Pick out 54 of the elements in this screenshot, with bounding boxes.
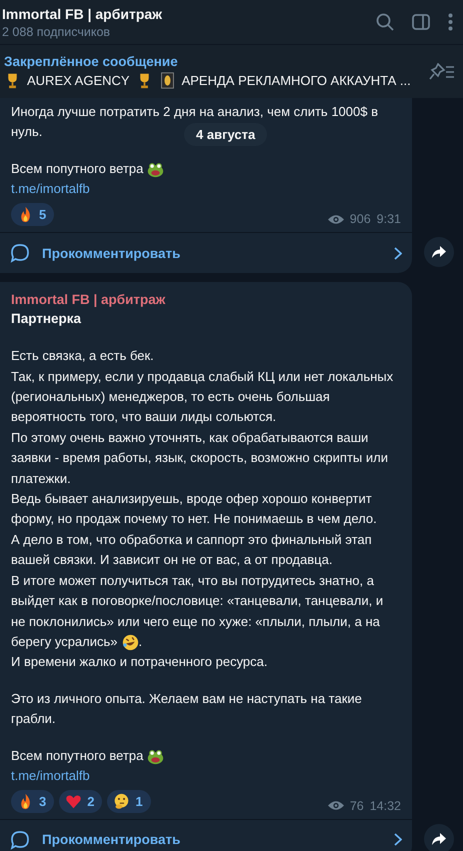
date-chip: 4 августа: [184, 123, 268, 146]
share-arrow-icon: [431, 245, 447, 260]
channel-link[interactable]: t.me/imortalfb: [11, 179, 90, 200]
pinned-text: AUREX AGENCY: [27, 73, 130, 88]
frog-icon: [147, 160, 164, 178]
speech-bubble-icon: [10, 243, 30, 264]
heart-icon: [65, 792, 82, 810]
thinking-face-icon: [113, 792, 130, 810]
message-text: .: [138, 634, 142, 649]
message-text: Всем попутного ветра: [11, 748, 144, 763]
frog-icon: [147, 748, 164, 765]
speech-bubble-icon: [10, 830, 30, 850]
message-text: Есть связка, а есть бек.: [11, 348, 154, 364]
sidebar-icon[interactable]: [412, 14, 430, 30]
view-count: 76: [350, 798, 364, 813]
message-title: Партнерка: [11, 311, 82, 326]
message-text: А дело в том, что обработка и саппорт это финальный этап вашей связки. И зависит он не от вас, а от продавца.: [11, 532, 372, 568]
message-text: И времени жалко и потраченного ресурса.: [11, 654, 268, 670]
search-icon[interactable]: [376, 13, 394, 31]
pinned-label: Закреплённое сообщение: [4, 54, 179, 69]
channel-title: Immortal FB | арбитраж: [2, 6, 164, 22]
subscriber-count: 2 088 подписчиков: [2, 24, 112, 38]
share-button[interactable]: [424, 824, 454, 851]
channel-link[interactable]: t.me/imortalfb: [11, 766, 90, 786]
message-text: Это из личного опыта. Желаем вам не наступать на такие грабли.: [11, 690, 362, 726]
comment-button[interactable]: Прокомментировать: [0, 232, 412, 274]
message-text: По этому очень важно уточнять, как обрабатываются ваши заявки - время работы, язык, скорость, возможно скрипты или платежки.: [11, 430, 388, 486]
channel-name: Immortal FB | арбитраж: [11, 292, 166, 308]
pin-list-icon[interactable]: [429, 62, 455, 80]
pinned-message-bar[interactable]: Закреплённое сообщение AUREX AGENCY АРЕНДА РЕКЛАМНОГО АККАУНТА ...: [0, 44, 463, 98]
reaction-button[interactable]: 2: [59, 790, 102, 813]
chevron-right-icon: [394, 833, 402, 846]
view-count: 906: [350, 212, 371, 226]
message-text: Всем попутного ветра: [11, 160, 144, 176]
eye-icon: [328, 214, 344, 225]
comment-button[interactable]: Прокомментировать: [0, 818, 412, 851]
message-time: 9:31: [376, 212, 401, 226]
message-text: нуль.: [11, 124, 42, 140]
reaction-button[interactable]: 5: [11, 203, 54, 226]
card-icon: [158, 72, 176, 89]
more-icon[interactable]: [448, 13, 453, 31]
share-arrow-icon: [431, 832, 447, 846]
share-button[interactable]: [424, 237, 454, 268]
message-text: Иногда лучше потратить 2 дня на анализ, чем слить 1000$ в: [11, 104, 378, 119]
pinned-text: АРЕНДА РЕКЛАМНОГО АККАУНТА ...: [182, 73, 411, 88]
chevron-right-icon: [394, 246, 402, 260]
message-text: Так, к примеру, если у продавца слабый КЦ или нет локальных (региональных) менеджеров, то есть очень большая вероятность того, что ваши лиды сольются.: [11, 368, 394, 424]
message-text: Ведь бывает анализируешь, вроде офер хорошо конвертит форму, но продаж почему то нет. Не понимаешь в чем дело.: [11, 491, 377, 526]
eye-icon: [328, 800, 344, 812]
message-text: берегу усрались»: [11, 634, 118, 649]
laughing-face-icon: [122, 634, 139, 651]
reaction-button[interactable]: 3: [11, 790, 54, 813]
message-time: 14:32: [370, 798, 401, 813]
reaction-button[interactable]: 1: [107, 790, 151, 813]
